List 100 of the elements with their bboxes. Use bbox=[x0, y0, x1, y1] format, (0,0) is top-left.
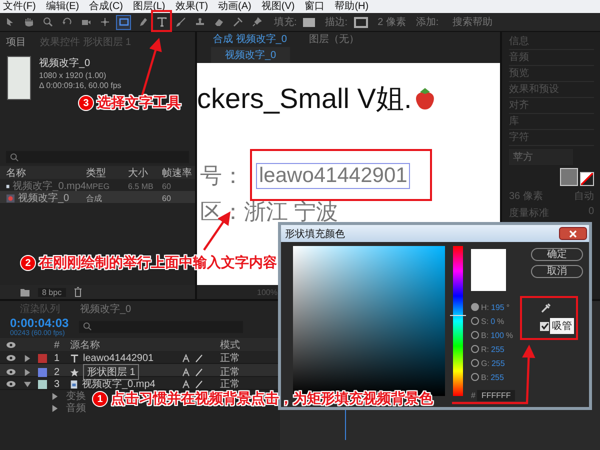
stamp-icon bbox=[194, 17, 204, 27]
channel-value[interactable]: 195 bbox=[491, 302, 504, 312]
eyedropper-icon[interactable] bbox=[540, 302, 552, 314]
composition-tab[interactable]: 视频改字_0 bbox=[211, 46, 290, 62]
strawberry-icon bbox=[414, 86, 436, 112]
canvas-text: 区：浙江 宁波 bbox=[199, 198, 338, 226]
timecode[interactable]: 0:00:04:03 bbox=[10, 316, 69, 330]
radio-button[interactable] bbox=[471, 373, 479, 381]
stroke-label: 描边: bbox=[324, 16, 348, 29]
search-field[interactable] bbox=[6, 151, 189, 163]
menu-item[interactable]: 效果(T) bbox=[175, 0, 208, 12]
menu-item[interactable]: 窗口 bbox=[304, 0, 325, 12]
blend-mode[interactable]: 正常 bbox=[220, 365, 260, 379]
channel-value[interactable]: 255 bbox=[491, 358, 505, 368]
menu-item[interactable]: 合成(C) bbox=[89, 0, 124, 12]
property-group[interactable]: 变换 bbox=[66, 389, 86, 403]
tool-button[interactable] bbox=[116, 14, 131, 30]
column-header[interactable]: 大小 bbox=[128, 166, 162, 180]
channel-value[interactable]: 0 bbox=[490, 316, 496, 326]
slider-handle[interactable] bbox=[450, 315, 466, 316]
label-color[interactable] bbox=[38, 380, 47, 388]
text-layer-box[interactable]: leawo41442901 bbox=[256, 163, 410, 189]
panel-tab[interactable]: 项目 bbox=[6, 35, 26, 47]
triangle-icon[interactable] bbox=[24, 368, 31, 376]
add-label[interactable]: 添加: bbox=[416, 15, 439, 29]
menu-item[interactable]: 编辑(E) bbox=[46, 0, 80, 12]
column-header[interactable]: 名称 bbox=[6, 166, 86, 180]
fill-swatch[interactable] bbox=[302, 18, 315, 26]
column-header[interactable]: 源名称 bbox=[70, 338, 180, 352]
stroke-swatch[interactable] bbox=[354, 16, 368, 28]
file-name: 视频改字_0.mp4 bbox=[12, 180, 86, 192]
color-preview bbox=[471, 249, 506, 291]
project-row[interactable]: 视频改字_0.mp4MPEG 6.5 MB 60 bbox=[0, 179, 195, 191]
panel-tab[interactable]: 合成 视频改字_0 bbox=[213, 32, 287, 46]
checkbox[interactable] bbox=[540, 322, 550, 330]
property-group[interactable]: 音频 bbox=[66, 401, 86, 415]
panel-tab[interactable]: 图层（无） bbox=[308, 32, 359, 46]
close-button[interactable] bbox=[559, 227, 587, 240]
triangle-icon[interactable] bbox=[24, 380, 31, 388]
hex-field[interactable]: FFFFFF bbox=[477, 390, 515, 400]
project-row[interactable]: 视频改字_0 合成 60 bbox=[0, 191, 195, 203]
file-type: 合成 bbox=[86, 192, 103, 204]
cancel-button[interactable]: 取消 bbox=[531, 265, 584, 278]
menu-item[interactable]: 视图(V) bbox=[261, 0, 295, 12]
highlight-frame bbox=[520, 296, 578, 340]
panel-tab[interactable]: 视频改字_0 bbox=[80, 302, 132, 314]
layer-number: 2 bbox=[54, 366, 61, 378]
stroke-width[interactable]: 2 像素 bbox=[378, 15, 406, 29]
move-icon bbox=[100, 17, 110, 27]
eye-icon[interactable] bbox=[6, 354, 16, 362]
fill-color-swatch[interactable] bbox=[560, 168, 578, 186]
fill-label: 填充: bbox=[274, 16, 297, 29]
file-size: 6.5 MB bbox=[128, 182, 154, 190]
column-header[interactable]: 类型 bbox=[86, 166, 128, 180]
menu-item[interactable]: 帮助(H) bbox=[334, 0, 369, 12]
stroke-color-swatch[interactable] bbox=[580, 172, 594, 186]
layer-name: leawo41442901 bbox=[83, 352, 154, 364]
blend-mode[interactable]: 正常 bbox=[220, 351, 260, 365]
ok-button[interactable]: 确定 bbox=[531, 248, 584, 261]
layer-row[interactable]: 3 视频改字_0.mp4 正常 bbox=[0, 377, 280, 390]
unit-label: % bbox=[506, 330, 514, 340]
rotate-icon bbox=[62, 17, 72, 27]
column-header[interactable]: 模式 bbox=[220, 338, 260, 352]
radio-button[interactable] bbox=[471, 331, 479, 339]
menu-item[interactable]: 动画(A) bbox=[218, 0, 252, 12]
eye-icon[interactable] bbox=[6, 368, 16, 376]
trash-icon[interactable] bbox=[74, 287, 82, 297]
item-dimensions: 1080 x 1920 (1.00) bbox=[39, 71, 108, 80]
canvas-headline: ckers_Small V姐. bbox=[197, 83, 412, 115]
radio-button[interactable] bbox=[471, 317, 479, 325]
layer-row[interactable]: 2 形状图层 1 正常 bbox=[0, 364, 280, 377]
triangle-icon[interactable] bbox=[24, 354, 31, 362]
menu-item[interactable]: 文件(F) bbox=[3, 0, 36, 12]
radio-button[interactable] bbox=[471, 359, 479, 367]
channel-value[interactable]: 100 bbox=[490, 330, 504, 340]
folder-icon[interactable] bbox=[20, 288, 30, 296]
font-dropdown[interactable]: 苹方 bbox=[509, 149, 573, 165]
file-name: 视频改字_0 bbox=[18, 192, 70, 205]
column-header: # bbox=[54, 340, 61, 350]
blend-mode[interactable]: 正常 bbox=[220, 377, 260, 391]
radio-button[interactable] bbox=[471, 345, 479, 353]
label-color[interactable] bbox=[38, 368, 47, 376]
search-help-field[interactable]: 搜索帮助 bbox=[452, 15, 493, 29]
thumbnail-placeholder bbox=[7, 56, 31, 100]
eye-icon[interactable] bbox=[6, 380, 16, 388]
search-field[interactable] bbox=[78, 320, 243, 332]
column-header[interactable]: 帧速率 bbox=[162, 166, 195, 180]
channel-value[interactable]: 255 bbox=[491, 344, 504, 354]
bit-depth-button[interactable]: 8 bpc bbox=[38, 288, 66, 296]
layer-name: 视频改字_0.mp4 bbox=[82, 378, 156, 391]
tool-button[interactable] bbox=[173, 14, 188, 30]
channel-value[interactable]: 255 bbox=[490, 372, 504, 382]
radio-button[interactable] bbox=[471, 303, 479, 311]
eyedropper-label: 吸管 bbox=[550, 318, 574, 334]
search-icon bbox=[42, 17, 52, 27]
hue-slider[interactable] bbox=[453, 246, 463, 396]
channel-label: G: bbox=[481, 358, 490, 368]
pin-icon bbox=[252, 17, 262, 27]
label-color[interactable] bbox=[38, 354, 47, 362]
highlight-frame bbox=[151, 10, 172, 32]
